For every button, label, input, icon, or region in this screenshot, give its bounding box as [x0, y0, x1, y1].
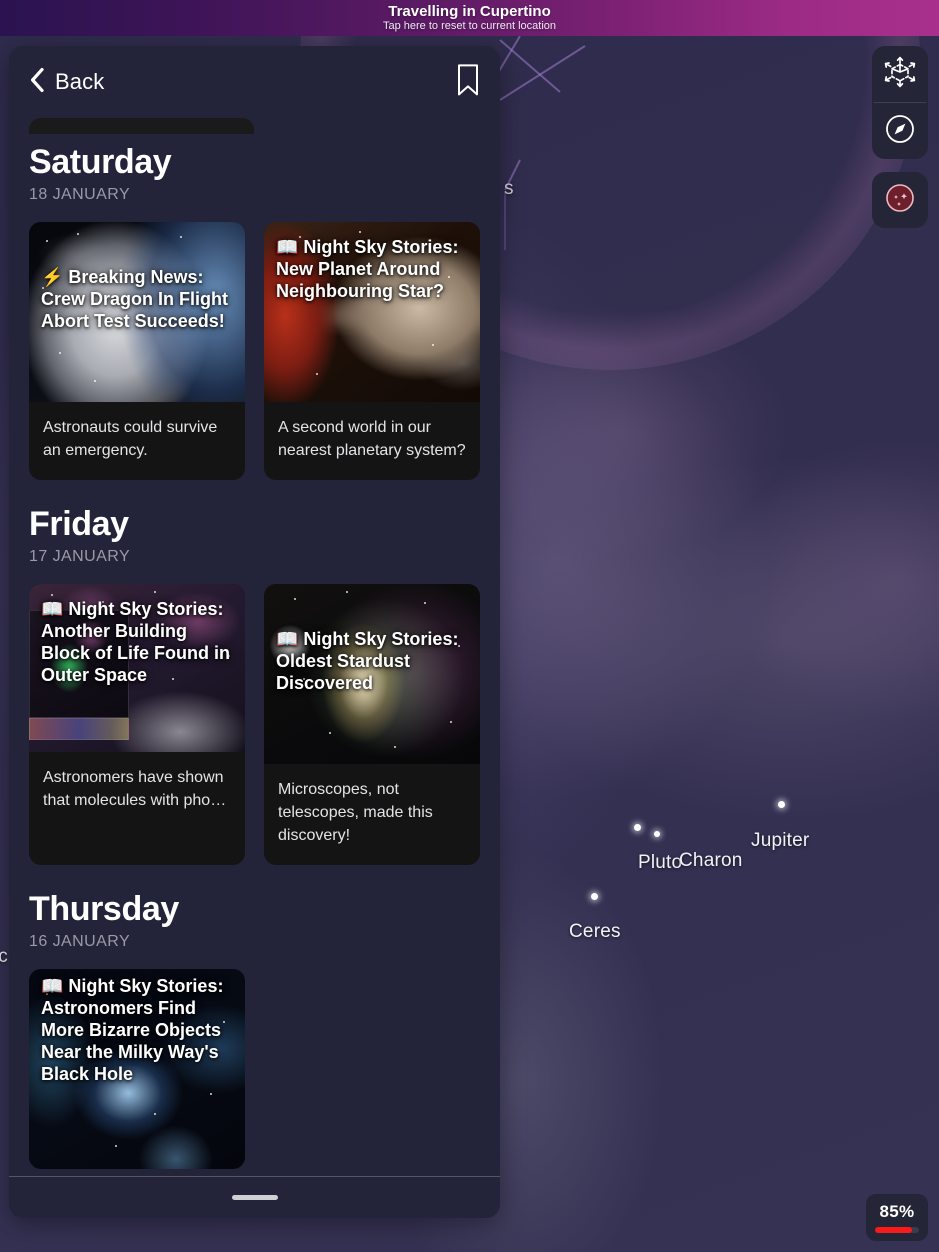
sky-star[interactable] — [634, 824, 641, 831]
news-scroll-area[interactable]: Saturday 18 JANUARY ⚡ Breaking News: Cre… — [9, 118, 500, 1176]
card-image: 📖 Night Sky Stories: Oldest Stardust Dis… — [264, 584, 480, 764]
chevron-left-icon — [29, 67, 46, 98]
card-image: 📖 Night Sky Stories: Astronomers Find Mo… — [29, 969, 245, 1169]
card-image: 📖 Night Sky Stories: Another Building Bl… — [29, 584, 245, 752]
day-date: 18 JANUARY — [29, 186, 131, 203]
card-row: 📖 Night Sky Stories: Astronomers Find Mo… — [29, 969, 480, 1169]
card-image: 📖 Night Sky Stories: New Planet Around N… — [264, 222, 480, 402]
day-title: Thursday — [29, 890, 179, 928]
card-summary: Microscopes, not telescopes, made this d… — [278, 781, 433, 844]
day-section-thursday: Thursday 16 JANUARY 📖 Night Sky Stories:… — [29, 889, 480, 1169]
sky-label-charon[interactable]: Charon — [679, 850, 743, 872]
news-nav-bar: Back — [9, 46, 500, 118]
news-card[interactable]: ⚡ Breaking News: Crew Dragon In Flight A… — [29, 222, 245, 480]
sky-label-partial-right: s — [504, 178, 514, 199]
day-date: 17 JANUARY — [29, 548, 131, 565]
mars-planet-icon — [884, 182, 916, 219]
location-banner-subtitle: Tap here to reset to current location — [382, 20, 557, 32]
back-button[interactable]: Back — [29, 67, 104, 98]
mars-planet-button[interactable] — [872, 172, 928, 228]
card-summary: Astronomers have shown that molecules wi… — [43, 769, 227, 809]
day-title: Friday — [29, 505, 129, 543]
battery-badge[interactable]: 85% — [866, 1194, 928, 1241]
card-summary: Astronauts could survive an emergency. — [43, 419, 218, 459]
card-headline: 📖 Night Sky Stories: New Planet Around N… — [276, 237, 459, 301]
sky-star[interactable] — [778, 801, 785, 808]
tool-group-view — [872, 46, 928, 159]
bookmark-button[interactable] — [456, 63, 480, 102]
sky-label-pluto[interactable]: Pluto — [638, 852, 682, 874]
card-headline: 📖 Night Sky Stories: Oldest Stardust Dis… — [276, 629, 459, 693]
day-section-friday: Friday 17 JANUARY 📖 Night Sky Stories: A… — [29, 504, 480, 865]
news-card[interactable]: 📖 Night Sky Stories: Another Building Bl… — [29, 584, 245, 865]
location-banner[interactable]: Travelling in Cupertino Tap here to rese… — [0, 0, 939, 36]
sky-star[interactable] — [591, 893, 598, 900]
bookmark-icon — [456, 63, 480, 102]
card-row: ⚡ Breaking News: Crew Dragon In Flight A… — [29, 222, 480, 480]
card-headline: ⚡ Breaking News: Crew Dragon In Flight A… — [41, 267, 228, 331]
card-summary: A second world in our nearest planetary … — [278, 419, 466, 459]
battery-bar-track — [875, 1227, 919, 1233]
news-card[interactable]: 📖 Night Sky Stories: Astronomers Find Mo… — [29, 969, 245, 1169]
battery-percent-label: 85% — [879, 1202, 915, 1221]
news-card[interactable]: 📖 Night Sky Stories: Oldest Stardust Dis… — [264, 584, 480, 865]
back-button-label: Back — [55, 69, 105, 94]
sky-label-partial-left: ic — [0, 946, 8, 967]
card-headline: 📖 Night Sky Stories: Astronomers Find Mo… — [41, 976, 224, 1084]
tool-group-solar-system — [872, 172, 928, 228]
sky-label-jupiter[interactable]: Jupiter — [751, 830, 809, 852]
day-title: Saturday — [29, 143, 172, 181]
tool-rail — [872, 46, 928, 228]
news-panel: Back Saturday 18 JANUARY ⚡ Breaking News… — [9, 46, 500, 1218]
sky-star[interactable] — [654, 831, 660, 837]
location-banner-title: Travelling in Cupertino — [388, 3, 551, 20]
compass-icon — [884, 113, 916, 150]
card-image-inset-strip — [29, 718, 129, 740]
card-row: 📖 Night Sky Stories: Another Building Bl… — [29, 584, 480, 865]
battery-bar-fill — [875, 1227, 913, 1233]
card-headline: 📖 Night Sky Stories: Another Building Bl… — [41, 599, 230, 685]
ar-cube-button[interactable] — [872, 46, 928, 102]
card-image: ⚡ Breaking News: Crew Dragon In Flight A… — [29, 222, 245, 402]
news-card[interactable]: 📖 Night Sky Stories: New Planet Around N… — [264, 222, 480, 480]
day-date: 16 JANUARY — [29, 933, 131, 950]
day-section-saturday: Saturday 18 JANUARY ⚡ Breaking News: Cre… — [29, 142, 480, 480]
sky-label-ceres[interactable]: Ceres — [569, 921, 621, 943]
compass-button[interactable] — [872, 103, 928, 159]
ar-cube-icon — [883, 55, 917, 94]
news-footer — [9, 1176, 500, 1218]
home-indicator[interactable] — [231, 1195, 278, 1200]
